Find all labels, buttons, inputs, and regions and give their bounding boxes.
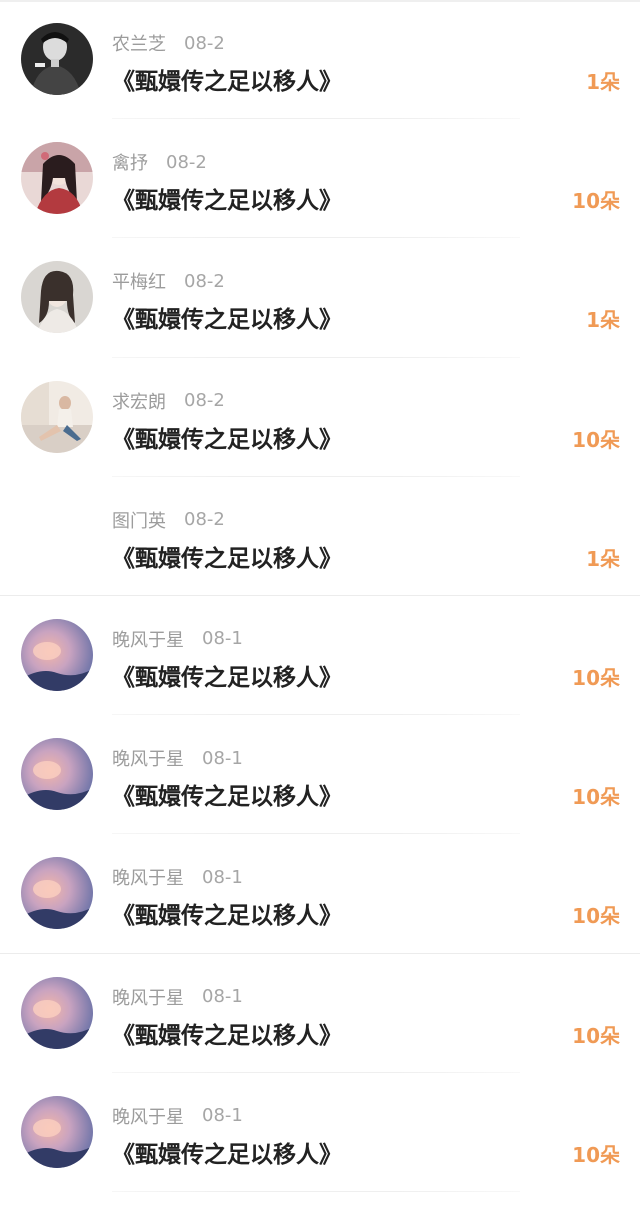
list-item[interactable]: 晚风于星 08-1 《甄嬛传之足以移人》 10朵 — [0, 954, 640, 1073]
work-title[interactable]: 《甄嬛传之足以移人》 — [112, 1135, 342, 1169]
list-item[interactable]: 晚风于星 08-1 《甄嬛传之足以移人》 10朵 — [0, 596, 640, 716]
user-name[interactable]: 农兰芝 — [112, 30, 166, 56]
flower-count: 1朵 — [586, 308, 620, 333]
gift-date: 08-2 — [184, 390, 225, 412]
flower-count: 10朵 — [572, 1142, 620, 1167]
list-item[interactable]: 求宏朗 08-2 《甄嬛传之足以移人》 10朵 — [0, 358, 640, 477]
user-name[interactable]: 晚风于星 — [112, 1103, 184, 1129]
avatar[interactable] — [21, 857, 93, 930]
gift-date: 08-1 — [202, 747, 243, 769]
item-meta: 晚风于星 08-1 — [112, 985, 243, 1009]
item-meta: 晚风于星 08-1 — [112, 627, 243, 651]
gift-date: 08-2 — [184, 32, 225, 54]
avatar[interactable] — [21, 142, 93, 215]
avatar[interactable] — [21, 380, 93, 453]
avatar[interactable] — [21, 976, 93, 1049]
list-item[interactable]: 禽抒 08-2 《甄嬛传之足以移人》 10朵 — [0, 119, 640, 239]
gift-date: 08-2 — [184, 509, 225, 531]
gift-date: 08-1 — [202, 628, 243, 650]
flower-count: 10朵 — [572, 665, 620, 690]
item-meta: 禽抒 08-2 — [112, 149, 207, 175]
flower-count: 10朵 — [572, 1023, 620, 1048]
avatar[interactable] — [21, 261, 93, 334]
list-item[interactable]: 平梅红 08-2 《甄嬛传之足以移人》 1朵 — [0, 238, 640, 358]
user-name[interactable]: 晚风于星 — [112, 984, 184, 1010]
user-name[interactable]: 晚风于星 — [112, 745, 184, 771]
item-meta: 晚风于星 08-1 — [112, 745, 243, 771]
item-meta: 图门英 08-2 — [112, 508, 225, 532]
user-name[interactable]: 求宏朗 — [112, 388, 166, 414]
flower-count: 1朵 — [586, 70, 620, 94]
gift-date: 08-1 — [202, 986, 243, 1007]
work-title[interactable]: 《甄嬛传之足以移人》 — [112, 777, 342, 811]
gift-date: 08-1 — [202, 866, 243, 888]
flower-count: 10朵 — [572, 189, 620, 214]
item-meta: 农兰芝 08-2 — [112, 30, 225, 56]
flower-count: 10朵 — [572, 904, 620, 929]
row-divider — [112, 1190, 520, 1192]
list-item[interactable]: 晚风于星 08-1 《甄嬛传之足以移人》 10朵 — [0, 834, 640, 954]
user-name[interactable]: 平梅红 — [112, 268, 166, 294]
list-item[interactable]: 晚风于星 08-1 《甄嬛传之足以移人》 10朵 — [0, 1073, 640, 1192]
gift-date: 08-2 — [184, 270, 225, 292]
work-title[interactable]: 《甄嬛传之足以移人》 — [112, 300, 342, 334]
list-item[interactable]: 晚风于星 08-1 《甄嬛传之足以移人》 10朵 — [0, 715, 640, 835]
avatar[interactable] — [21, 1095, 93, 1168]
work-title[interactable]: 《甄嬛传之足以移人》 — [112, 539, 342, 573]
avatar[interactable] — [21, 23, 93, 95]
gift-date: 08-1 — [202, 1105, 243, 1127]
gift-date: 08-2 — [166, 151, 207, 173]
user-name[interactable]: 图门英 — [112, 507, 166, 533]
user-name[interactable]: 晚风于星 — [112, 864, 184, 890]
user-name[interactable]: 晚风于星 — [112, 626, 184, 652]
item-meta: 求宏朗 08-2 — [112, 389, 225, 413]
work-title[interactable]: 《甄嬛传之足以移人》 — [112, 181, 342, 215]
item-meta: 晚风于星 08-1 — [112, 1104, 243, 1128]
flower-count: 10朵 — [572, 785, 620, 810]
list-item[interactable]: 农兰芝 08-2 《甄嬛传之足以移人》 1朵 — [0, 0, 640, 120]
gift-record-list: 农兰芝 08-2 《甄嬛传之足以移人》 1朵 禽抒 08-2 《甄嬛传之足以移人… — [0, 0, 640, 1192]
item-meta: 晚风于星 08-1 — [112, 864, 243, 890]
item-meta: 平梅红 08-2 — [112, 268, 225, 294]
avatar[interactable] — [21, 738, 93, 811]
flower-count: 10朵 — [572, 427, 620, 452]
work-title[interactable]: 《甄嬛传之足以移人》 — [112, 62, 342, 96]
work-title[interactable]: 《甄嬛传之足以移人》 — [112, 1016, 342, 1050]
avatar[interactable] — [21, 618, 93, 691]
work-title[interactable]: 《甄嬛传之足以移人》 — [112, 896, 342, 930]
flower-count: 1朵 — [586, 546, 620, 571]
work-title[interactable]: 《甄嬛传之足以移人》 — [112, 658, 342, 692]
user-name[interactable]: 禽抒 — [112, 149, 148, 175]
list-item[interactable]: 图门英 08-2 《甄嬛传之足以移人》 1朵 — [0, 477, 640, 596]
avatar[interactable] — [21, 500, 93, 572]
work-title[interactable]: 《甄嬛传之足以移人》 — [112, 420, 342, 454]
